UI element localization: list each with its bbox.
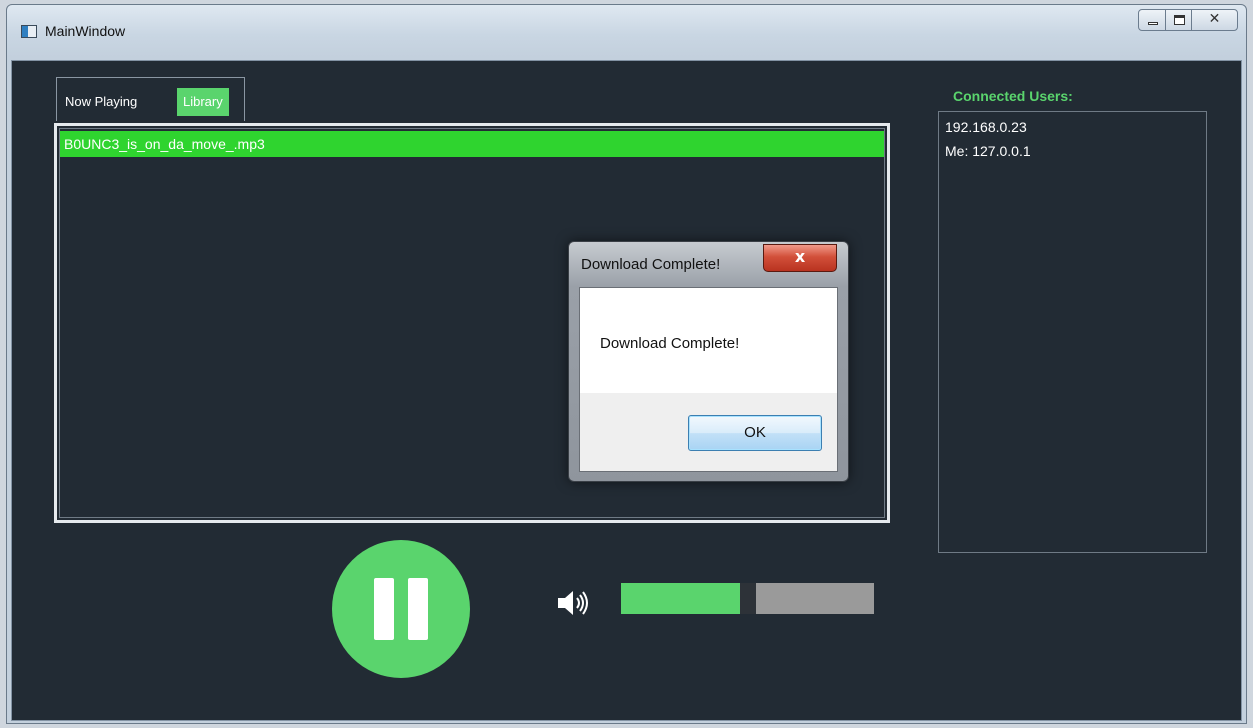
speaker-icon[interactable]	[556, 588, 592, 618]
volume-slider[interactable]	[621, 583, 874, 614]
title-bar[interactable]: MainWindow ✕	[7, 5, 1246, 57]
list-item[interactable]: Me: 127.0.0.1	[939, 139, 1206, 163]
dialog-close-button[interactable]: x	[763, 244, 837, 272]
minimize-icon	[1148, 22, 1158, 25]
volume-fill	[621, 583, 740, 614]
connected-users-list[interactable]: 192.168.0.23 Me: 127.0.0.1	[938, 111, 1207, 553]
dialog-title: Download Complete!	[581, 256, 721, 273]
list-item[interactable]: B0UNC3_is_on_da_move_.mp3	[60, 131, 884, 157]
dialog-message: Download Complete!	[600, 335, 740, 352]
maximize-button[interactable]	[1165, 9, 1192, 31]
close-icon: x	[794, 247, 806, 266]
ok-button[interactable]: OK	[688, 415, 822, 451]
close-button[interactable]: ✕	[1191, 9, 1238, 31]
pause-button[interactable]	[332, 540, 470, 678]
client-area: Now Playing Library B0UNC3_is_on_da_move…	[11, 60, 1242, 721]
dialog-body: Download Complete! OK	[579, 287, 838, 472]
close-icon: ✕	[1208, 11, 1221, 27]
connected-users-label: Connected Users:	[953, 88, 1073, 104]
tab-now-playing[interactable]: Now Playing	[59, 89, 143, 115]
list-item[interactable]: 192.168.0.23	[939, 115, 1206, 139]
window-title: MainWindow	[45, 23, 126, 39]
dialog-footer: OK	[580, 393, 837, 471]
maximize-icon	[1174, 15, 1185, 25]
minimize-button[interactable]	[1138, 9, 1166, 31]
main-window: MainWindow ✕ Now Playing Library B0UNC3_…	[6, 4, 1247, 724]
caption-buttons: ✕	[1138, 9, 1238, 31]
tab-library[interactable]: Library	[177, 88, 229, 116]
volume-handle[interactable]	[740, 583, 756, 614]
app-icon	[21, 25, 37, 38]
download-complete-dialog: Download Complete! x Download Complete! …	[568, 241, 849, 482]
